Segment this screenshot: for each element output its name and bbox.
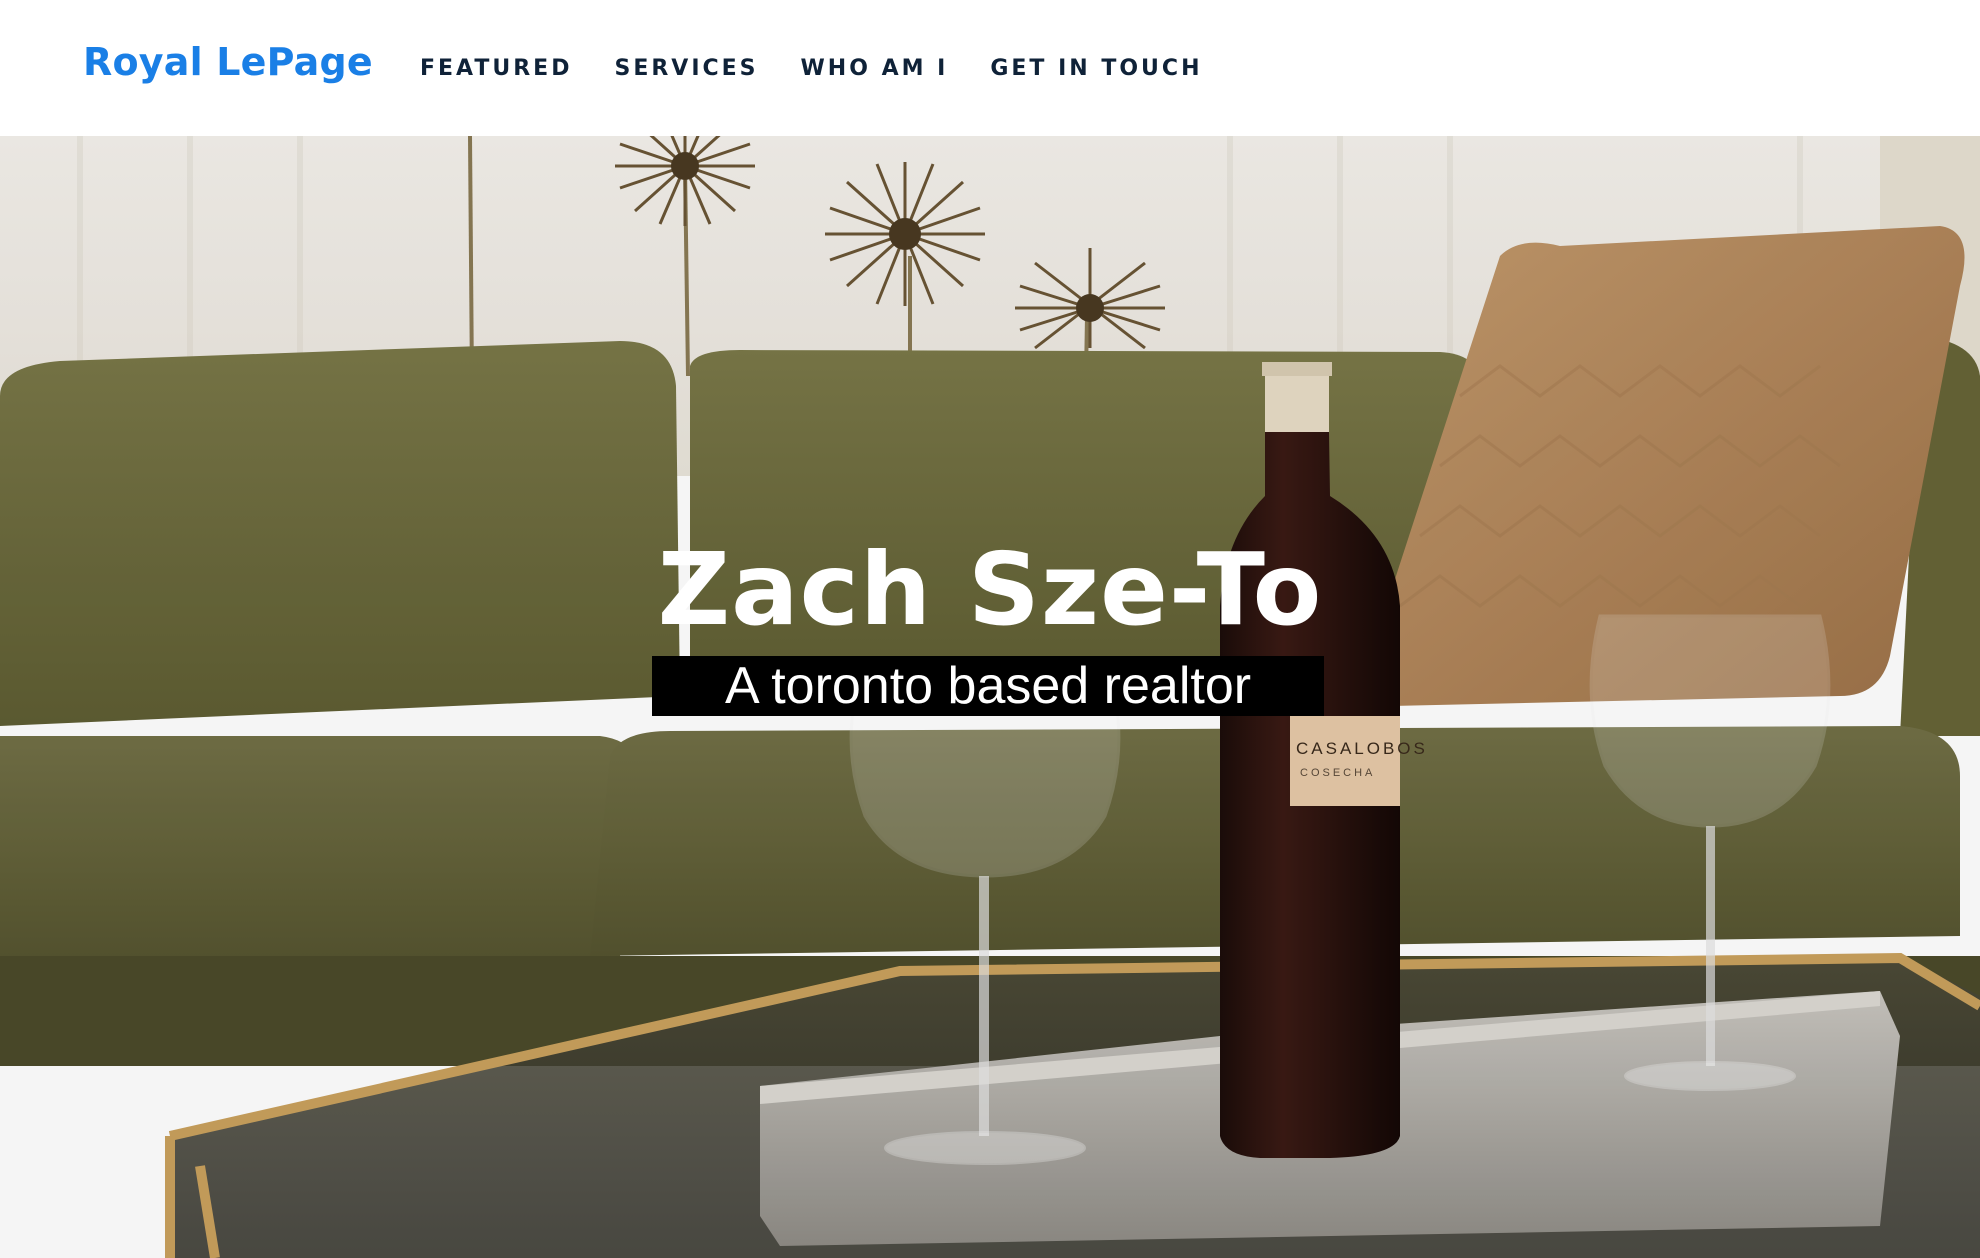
- nav-link-featured[interactable]: FEATURED: [420, 56, 572, 81]
- hero-subtitle: A toronto based realtor: [724, 657, 1252, 715]
- hero-section: CASALOBOS COSECHA Zach Sze-To A toronto …: [0, 136, 1980, 1258]
- brand-logo-link[interactable]: Royal LePage: [83, 40, 373, 84]
- main-nav: FEATURED SERVICES WHO AM I GET IN TOUCH: [420, 56, 1244, 81]
- nav-link-who-am-i[interactable]: WHO AM I: [801, 56, 949, 81]
- nav-link-services[interactable]: SERVICES: [614, 56, 758, 81]
- hero-title: Zach Sze-To: [657, 531, 1323, 648]
- hero-subtitle-box: A toronto based realtor: [652, 656, 1324, 716]
- nav-link-get-in-touch[interactable]: GET IN TOUCH: [990, 56, 1202, 81]
- top-navbar: Royal LePage FEATURED SERVICES WHO AM I …: [0, 0, 1980, 136]
